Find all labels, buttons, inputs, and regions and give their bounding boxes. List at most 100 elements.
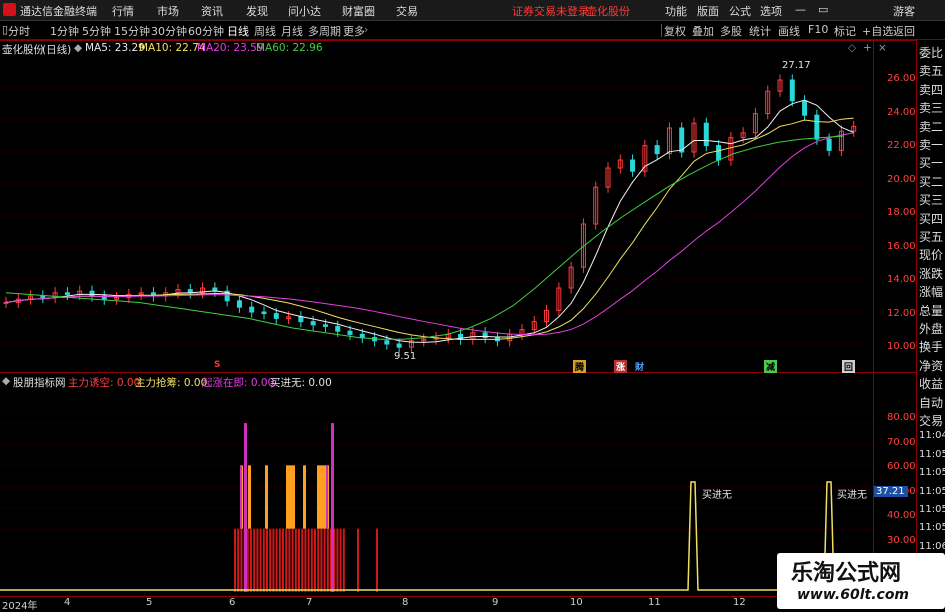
- indicator-bar: [342, 528, 345, 592]
- candle: [236, 300, 242, 308]
- chevron-right-icon[interactable]: ›: [364, 23, 368, 36]
- menu-formula[interactable]: 公式: [729, 3, 751, 19]
- guest-label[interactable]: 游客: [893, 3, 915, 19]
- side-panel-item: 买四: [919, 211, 944, 226]
- side-panel-item: 11:05: [919, 485, 945, 497]
- side-panel-item: 委比: [919, 46, 944, 60]
- event-marker[interactable]: 涨: [614, 360, 628, 373]
- login-notice[interactable]: 证券交易未登录: [512, 3, 589, 19]
- date-tick: 7: [306, 597, 313, 608]
- indicator-bar: [265, 465, 268, 529]
- menu-ask[interactable]: 问小达: [288, 3, 321, 19]
- indicator-bar: [339, 528, 342, 592]
- restore-rights-button[interactable]: 复权: [664, 23, 686, 39]
- indicator-bar: [317, 528, 320, 592]
- settings-icon[interactable]: ◆: [2, 375, 10, 387]
- indicator-l4: 买进无: 0.00: [270, 377, 332, 389]
- tab-weekly[interactable]: 周线: [254, 23, 276, 39]
- tab-30min[interactable]: 30分钟: [151, 23, 187, 39]
- indicator-tick: 60.00: [887, 461, 916, 472]
- candle: [310, 321, 316, 326]
- tab-60min[interactable]: 60分钟: [188, 23, 224, 39]
- menu-trade[interactable]: 交易: [396, 3, 418, 19]
- tab-multi[interactable]: 多周期: [308, 23, 341, 39]
- overlay-button[interactable]: 叠加: [692, 23, 714, 39]
- tab-intraday[interactable]: 分时: [8, 23, 30, 39]
- indicator-bar: [240, 465, 242, 529]
- tab-5min[interactable]: 5分钟: [82, 23, 111, 39]
- watermark: 乐淘公式网 www.60lt.com: [777, 553, 945, 609]
- price-tick: 20.00: [887, 173, 916, 185]
- date-tick: 10: [570, 597, 583, 608]
- side-panel-item: 11:05: [919, 522, 945, 534]
- price-tick: 18.00: [887, 207, 916, 218]
- indicator-chart[interactable]: [0, 390, 873, 596]
- indicator-bar: [307, 528, 310, 592]
- indicator-bar: [250, 528, 252, 592]
- close-icon[interactable]: ×: [878, 42, 887, 54]
- tab-daily[interactable]: 日线: [227, 23, 249, 39]
- indicator-bar: [275, 528, 278, 592]
- date-tick: 11: [648, 597, 661, 608]
- event-marker[interactable]: 腾: [573, 360, 587, 373]
- date-tick: 9: [492, 597, 499, 608]
- menu-discover[interactable]: 发现: [246, 3, 268, 19]
- menu-wealth[interactable]: 财富圈: [342, 3, 375, 19]
- menu-market[interactable]: 行情: [112, 3, 134, 19]
- event-marker[interactable]: 财: [633, 360, 646, 373]
- menu-layout[interactable]: 版面: [697, 3, 719, 19]
- indicator-bar: [289, 465, 292, 529]
- settings-icon[interactable]: ◆: [74, 42, 82, 54]
- watermark-title: 乐淘公式网: [791, 561, 902, 586]
- indicator-bar: [304, 528, 307, 592]
- watermark-url: www.60lt.com: [797, 587, 910, 603]
- indicator-bar: [282, 528, 284, 592]
- side-panel-item: 卖三: [919, 101, 944, 116]
- event-marker[interactable]: 回: [842, 360, 856, 373]
- frame-line: [0, 372, 916, 373]
- ma20-label: MA20: 23.59: [197, 42, 264, 54]
- tab-1min[interactable]: 1分钟: [50, 23, 79, 39]
- event-marker[interactable]: 减: [764, 360, 778, 373]
- tab-15min[interactable]: 15分钟: [114, 23, 150, 39]
- indicator-tick: 30.00: [887, 534, 916, 546]
- menu-stocks[interactable]: 市场: [157, 3, 179, 19]
- add-watchlist-button[interactable]: +自选: [862, 23, 893, 39]
- stock-name[interactable]: 壶化股份: [2, 42, 44, 57]
- restore-icon[interactable]: ▭: [818, 3, 828, 16]
- side-panel-item: 11:04: [919, 430, 945, 442]
- draw-line-button[interactable]: 画线: [778, 23, 800, 39]
- indicator-bar: [237, 528, 240, 592]
- indicator-bar: [256, 528, 259, 592]
- ma5-label: MA5: 23.29: [85, 42, 145, 54]
- minimize-icon[interactable]: —: [795, 3, 806, 16]
- ma5-line: [5, 99, 854, 343]
- indicator-bar: [317, 465, 320, 529]
- settings-icon[interactable]: ◇: [848, 42, 856, 54]
- axis-divider: [873, 40, 874, 609]
- candle: [630, 159, 636, 172]
- date-tick: 5: [146, 597, 153, 608]
- tab-more[interactable]: 更多: [343, 23, 365, 39]
- indicator-bar: [266, 528, 268, 592]
- menu-function[interactable]: 功能: [665, 3, 687, 19]
- indicator-name[interactable]: 股朋指标网: [13, 375, 66, 390]
- back-button[interactable]: 返回: [893, 23, 915, 39]
- indicator-bar: [323, 465, 326, 529]
- mark-button[interactable]: 标记: [834, 23, 856, 39]
- indicator-bar: [298, 528, 300, 592]
- indicator-bar: [246, 528, 249, 592]
- tab-monthly[interactable]: 月线: [281, 23, 303, 39]
- indicator-bar: [323, 528, 326, 592]
- f10-button[interactable]: F10: [808, 23, 828, 36]
- event-marker[interactable]: S: [212, 360, 222, 370]
- candlestick-chart[interactable]: [0, 56, 873, 372]
- indicator-bar: [269, 528, 272, 592]
- add-icon[interactable]: +: [863, 42, 872, 54]
- candle: [347, 330, 353, 335]
- date-tick: 12: [733, 597, 746, 608]
- menu-info[interactable]: 资讯: [201, 3, 223, 19]
- multi-stock-button[interactable]: 多股: [720, 23, 742, 39]
- stats-button[interactable]: 统计: [749, 23, 771, 39]
- menu-options[interactable]: 选项: [760, 3, 782, 19]
